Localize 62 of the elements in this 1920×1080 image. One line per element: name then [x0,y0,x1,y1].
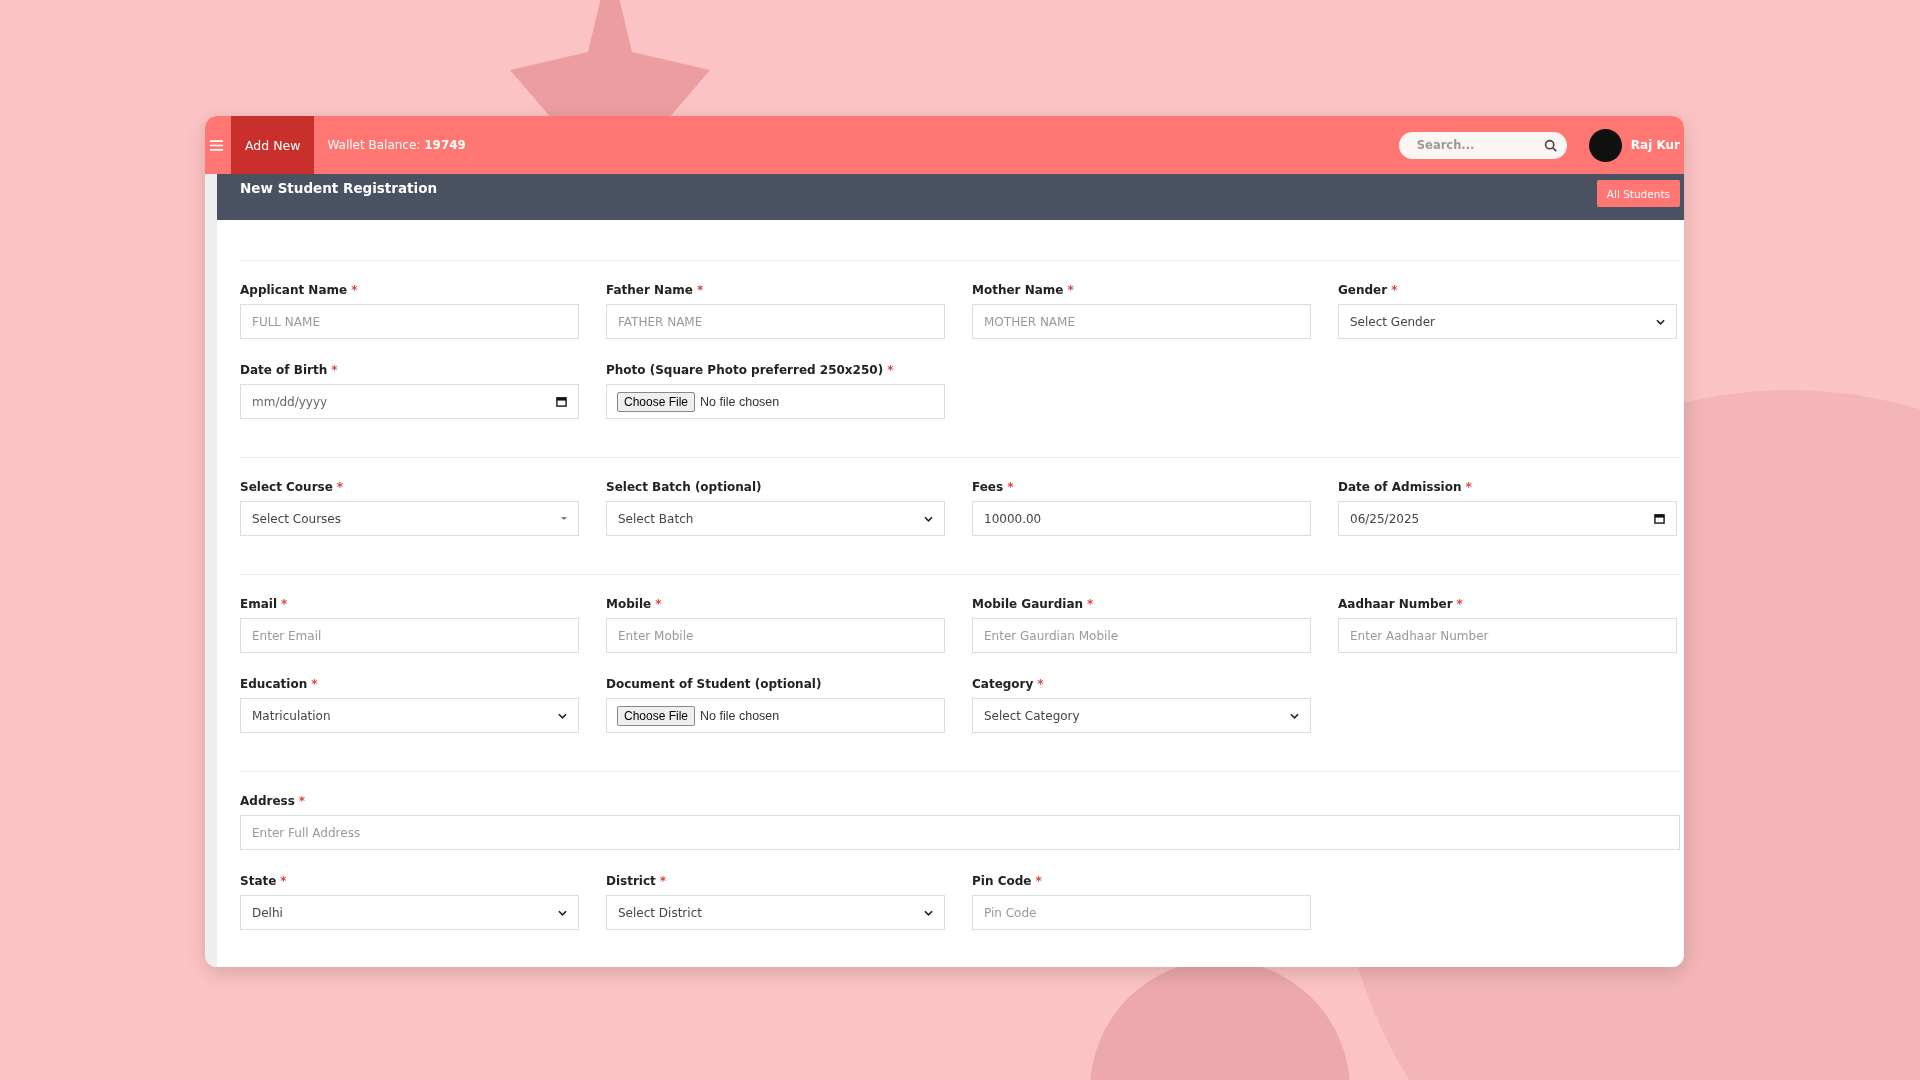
dropdown[interactable]: Select Gender [1338,304,1677,339]
input-field[interactable]: FULL NAME [240,304,579,339]
field-label: Document of Student (optional) [606,677,823,691]
input-field[interactable]: Enter Mobile [606,618,945,653]
file-field[interactable]: Choose File No file chosen [606,384,945,419]
caret-icon [561,517,567,520]
input-field[interactable]: Enter Gaurdian Mobile [972,618,1311,653]
field-label: Aadhaar Number * [1338,597,1464,611]
add-new-button[interactable]: Add New [231,116,315,174]
wallet-balance: Wallet Balance: 19749 [327,138,466,152]
search-icon[interactable] [1543,138,1557,152]
dropdown[interactable]: Select Batch [606,501,945,536]
input-field[interactable]: FATHER NAME [606,304,945,339]
input-field[interactable]: Enter Full Address [240,815,1680,850]
input-field[interactable]: Enter Aadhaar Number [1338,618,1677,653]
dropdown[interactable]: Delhi [240,895,579,930]
calendar-icon[interactable] [556,396,567,407]
field-label: Select Course * [240,480,345,494]
chevron-down-icon [558,909,567,916]
field-label: State * [240,874,288,888]
file-field[interactable]: Choose File No file chosen [606,698,945,733]
calendar-icon[interactable] [1654,513,1665,524]
field-label: Address * [240,794,307,808]
choose-file-button[interactable]: Choose File [617,705,696,726]
dropdown[interactable]: Select Category [972,698,1311,733]
field-label: Mother Name * [972,283,1075,297]
field-label: Applicant Name * [240,283,359,297]
choose-file-button[interactable]: Choose File [617,391,696,412]
field-label: Photo (Square Photo preferred 250x250) * [606,363,895,377]
file-status: No file chosen [700,394,780,409]
input-field[interactable]: MOTHER NAME [972,304,1311,339]
field-label: Date of Admission * [1338,480,1473,494]
input-field[interactable]: Pin Code [972,895,1311,930]
menu-icon[interactable] [210,139,223,151]
chevron-down-icon [1290,712,1299,719]
field-label: Mobile Gaurdian * [972,597,1095,611]
field-label: Education * [240,677,319,691]
chevron-down-icon [924,515,933,522]
field-label: Email * [240,597,289,611]
file-status: No file chosen [700,708,780,723]
date-field[interactable]: mm/dd/yyyy [240,384,579,419]
date-field[interactable]: 06/25/2025 [1338,501,1677,536]
input-field[interactable]: 10000.00 [972,501,1311,536]
chevron-down-icon [558,712,567,719]
page-title: New Student Registration [240,179,438,198]
search-field[interactable]: Search... [1398,131,1567,159]
field-label: Select Batch (optional) [606,480,763,494]
dropdown[interactable]: Select District [606,895,945,930]
input-field[interactable]: Enter Email [240,618,579,653]
dropdown[interactable]: Matriculation [240,698,579,733]
chevron-down-icon [1656,318,1665,325]
field-label: Fees * [972,480,1015,494]
field-label: Pin Code * [972,874,1043,888]
user-avatar[interactable] [1588,128,1622,162]
field-label: Category * [972,677,1045,691]
field-label: Gender * [1338,283,1399,297]
field-label: Date of Birth * [240,363,339,377]
field-label: District * [606,874,668,888]
dropdown[interactable]: Select Courses [240,501,579,536]
field-label: Father Name * [606,283,705,297]
field-label: Mobile * [606,597,663,611]
chevron-down-icon [924,909,933,916]
